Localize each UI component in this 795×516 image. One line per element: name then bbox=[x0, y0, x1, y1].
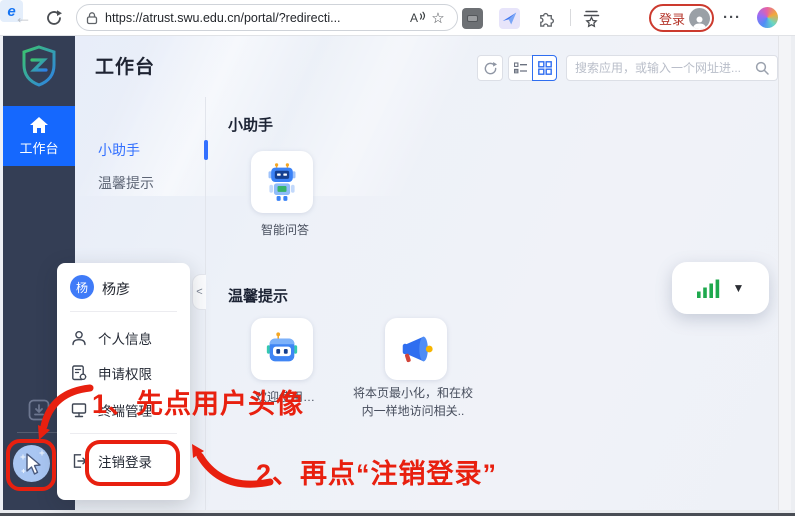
refresh-icon bbox=[45, 9, 63, 27]
signal-bars-icon bbox=[697, 279, 720, 298]
search-input[interactable] bbox=[575, 61, 755, 75]
window-border-right bbox=[791, 36, 795, 510]
grid-view-button[interactable] bbox=[532, 55, 557, 81]
sidebar-item-workbench[interactable]: 工作台 bbox=[3, 106, 75, 166]
robot-head-icon bbox=[263, 331, 301, 367]
extensions-puzzle-icon[interactable] bbox=[536, 8, 557, 29]
home-icon bbox=[29, 116, 49, 134]
megaphone-icon bbox=[397, 331, 435, 367]
favorite-star-button[interactable]: ☆ bbox=[428, 8, 448, 28]
subnav-active-indicator bbox=[204, 140, 208, 160]
menu-avatar: 杨 bbox=[70, 275, 94, 299]
caret-down-icon: ▼ bbox=[733, 281, 745, 295]
menu-item-label: 申请权限 bbox=[98, 363, 152, 383]
refresh-button[interactable] bbox=[43, 7, 65, 29]
apps-refresh-button[interactable] bbox=[477, 55, 503, 81]
briefcase-extension-icon[interactable] bbox=[462, 8, 483, 29]
refresh-apps-icon bbox=[483, 61, 498, 76]
search-box[interactable] bbox=[566, 55, 778, 81]
toolbar-divider bbox=[570, 9, 571, 26]
page-scrollbar[interactable] bbox=[778, 36, 791, 510]
network-status-widget[interactable]: ▼ bbox=[672, 262, 769, 314]
chevron-left-icon: < bbox=[196, 286, 202, 298]
atrust-logo bbox=[21, 45, 57, 92]
tip-card-welcome[interactable] bbox=[251, 318, 313, 380]
url-text: https://atrust.swu.edu.cn/portal/?redire… bbox=[105, 11, 408, 25]
annotation-arrow-to-avatar bbox=[18, 382, 103, 450]
annotation-arrow-to-logout bbox=[178, 436, 278, 494]
lock-icon bbox=[86, 11, 98, 25]
search-icon bbox=[755, 61, 769, 75]
robot-icon bbox=[264, 161, 300, 203]
menu-divider bbox=[70, 311, 177, 312]
app-card-qa-robot[interactable] bbox=[251, 151, 313, 213]
login-label: 登录 bbox=[659, 9, 685, 28]
browser-toolbar: ← https://atrust.swu.edu.cn/portal/?redi… bbox=[0, 0, 795, 36]
workbench-label: 工作台 bbox=[19, 138, 58, 157]
tip-card-minimize[interactable] bbox=[385, 318, 447, 380]
collapse-panel-button[interactable]: < bbox=[192, 274, 206, 310]
read-aloud-button[interactable]: A bbox=[408, 8, 428, 28]
svg-text:A: A bbox=[410, 11, 418, 25]
collections-glyph bbox=[581, 9, 602, 28]
favorites-collections-icon[interactable] bbox=[581, 8, 602, 29]
annotation-step2: 2、再点“注销登录” bbox=[256, 452, 497, 491]
list-view-button[interactable] bbox=[508, 55, 533, 81]
list-view-icon bbox=[514, 62, 528, 75]
tip-label-minimize: 将本页最小化，和在校内一样地访问相关.. bbox=[351, 384, 475, 420]
address-bar[interactable]: https://atrust.swu.edu.cn/portal/?redire… bbox=[76, 4, 458, 31]
subnav-item-assistant[interactable]: 小助手 bbox=[98, 140, 140, 160]
browser-window: ← https://atrust.swu.edu.cn/portal/?redi… bbox=[0, 0, 795, 516]
read-aloud-icon: A bbox=[410, 10, 426, 25]
menu-item-label: 个人信息 bbox=[98, 328, 152, 348]
back-button[interactable]: ← bbox=[12, 6, 34, 28]
login-button[interactable]: 登录 bbox=[649, 4, 714, 32]
page-title: 工作台 bbox=[95, 52, 155, 79]
copilot-icon[interactable] bbox=[757, 7, 778, 28]
subnav-item-tips[interactable]: 温馨提示 bbox=[98, 173, 154, 193]
grid-view-icon bbox=[538, 61, 552, 75]
assistant-section-heading: 小助手 bbox=[228, 114, 273, 135]
menu-username: 杨彦 bbox=[102, 279, 130, 299]
bird-extension-icon[interactable] bbox=[499, 8, 520, 29]
bird-glyph bbox=[501, 10, 518, 27]
document-gear-icon bbox=[70, 364, 88, 382]
person-icon bbox=[70, 329, 88, 347]
menu-item-personal-info[interactable]: 个人信息 bbox=[70, 321, 180, 355]
annotation-step1: 1、先点用户头像 bbox=[92, 382, 304, 421]
browser-menu-button[interactable]: ··· bbox=[720, 5, 744, 29]
tips-section-heading: 温馨提示 bbox=[228, 285, 288, 306]
profile-avatar-icon bbox=[689, 8, 710, 29]
puzzle-glyph bbox=[537, 9, 556, 28]
app-label-qa: 智能问答 bbox=[223, 221, 347, 239]
briefcase-glyph bbox=[467, 15, 478, 22]
